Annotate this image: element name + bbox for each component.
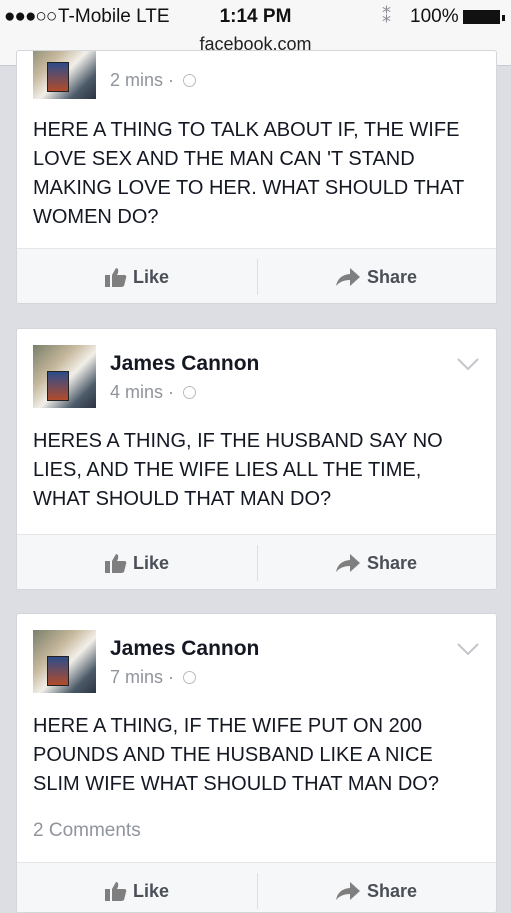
share-label: Share bbox=[367, 881, 418, 901]
author-avatar[interactable] bbox=[33, 51, 96, 99]
avatar-book-icon bbox=[47, 62, 69, 92]
avatar-book-icon bbox=[47, 371, 69, 401]
public-globe-icon bbox=[183, 74, 197, 87]
like-label: Like bbox=[133, 267, 170, 287]
battery-nub bbox=[502, 15, 505, 21]
author-avatar[interactable] bbox=[33, 345, 96, 408]
comments-count-link[interactable]: 2 Comments bbox=[33, 820, 141, 842]
post-timestamp: 7 mins bbox=[110, 667, 164, 687]
meta-separator: · bbox=[168, 70, 175, 90]
post-action-bar: Like Share bbox=[17, 534, 496, 589]
post-action-bar: Like Share bbox=[17, 248, 496, 303]
post-author[interactable]: James Cannon bbox=[110, 352, 259, 376]
post-timestamp: 4 mins bbox=[110, 382, 164, 402]
share-button[interactable]: Share bbox=[258, 249, 496, 303]
share-button[interactable]: Share bbox=[258, 863, 496, 912]
post-text: HERE A THING TO TALK ABOUT IF, THE WIFE … bbox=[33, 119, 464, 228]
like-button[interactable]: Like bbox=[17, 863, 257, 912]
chevron-down-icon[interactable] bbox=[456, 642, 480, 656]
thumbs-up-icon bbox=[105, 554, 127, 573]
post-card: 2 mins · HERE A THING TO TALK ABOUT IF, … bbox=[16, 50, 497, 304]
post-meta[interactable]: 2 mins · bbox=[110, 70, 197, 91]
battery-icon bbox=[463, 10, 500, 24]
share-label: Share bbox=[367, 267, 418, 287]
post-timestamp: 2 mins bbox=[110, 70, 164, 90]
thumbs-up-icon bbox=[105, 882, 127, 901]
like-label: Like bbox=[133, 881, 170, 901]
thumbs-up-icon bbox=[105, 268, 127, 287]
post-card: James Cannon 7 mins · HERE A THING, IF T… bbox=[16, 613, 497, 913]
like-button[interactable]: Like bbox=[17, 249, 257, 303]
avatar-book-icon bbox=[47, 656, 69, 686]
author-avatar[interactable] bbox=[33, 630, 96, 693]
like-button[interactable]: Like bbox=[17, 535, 257, 589]
like-label: Like bbox=[133, 553, 170, 573]
meta-separator: · bbox=[168, 667, 175, 687]
post-card: James Cannon 4 mins · HERES A THING, IF … bbox=[16, 328, 497, 590]
chevron-down-icon[interactable] bbox=[456, 357, 480, 371]
share-button[interactable]: Share bbox=[258, 535, 496, 589]
post-action-bar: Like Share bbox=[17, 862, 496, 912]
post-author[interactable]: James Cannon bbox=[110, 637, 259, 661]
share-arrow-icon bbox=[336, 268, 360, 286]
share-arrow-icon bbox=[336, 554, 360, 572]
meta-separator: · bbox=[168, 382, 175, 402]
activity-spinner-icon: ⁑ bbox=[382, 6, 391, 26]
battery-percentage: 100% bbox=[410, 6, 459, 27]
post-meta[interactable]: 7 mins · bbox=[110, 667, 197, 688]
post-text: HERES A THING, IF THE HUSBAND SAY NO LIE… bbox=[33, 430, 443, 510]
post-text: HERE A THING, IF THE WIFE PUT ON 200 POU… bbox=[33, 715, 439, 795]
share-arrow-icon bbox=[336, 882, 360, 900]
post-meta[interactable]: 4 mins · bbox=[110, 382, 197, 403]
public-globe-icon bbox=[183, 386, 197, 399]
share-label: Share bbox=[367, 553, 418, 573]
public-globe-icon bbox=[183, 671, 197, 684]
